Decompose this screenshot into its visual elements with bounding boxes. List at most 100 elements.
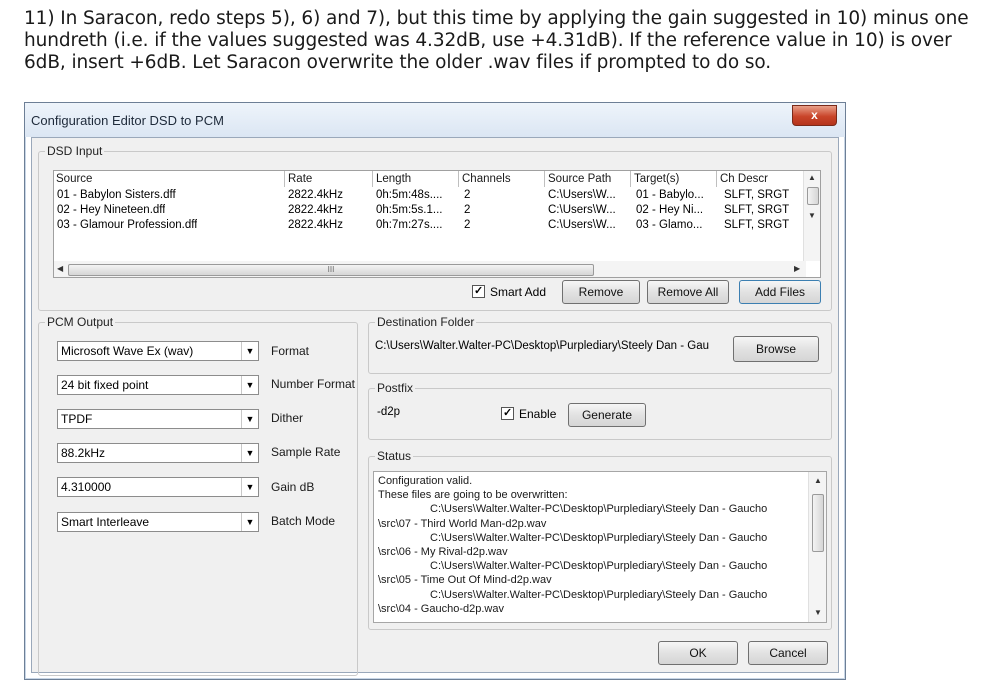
status-line: C:\Users\Walter.Walter-PC\Desktop\Purple… [430, 588, 768, 601]
remove-button[interactable]: Remove [562, 280, 640, 304]
browse-button[interactable]: Browse [733, 336, 819, 362]
cell-targets: 01 - Babylo... [636, 189, 704, 201]
cell-source-path: C:\Users\W... [548, 219, 616, 231]
sample-rate-dropdown[interactable]: 88.2kHz ▼ [57, 443, 259, 463]
format-dropdown[interactable]: Microsoft Wave Ex (wav) ▼ [57, 341, 259, 361]
chevron-down-icon[interactable]: ▼ [241, 478, 258, 496]
cell-ch-descr: SLFT, SRGT [724, 204, 790, 216]
gain-db-input[interactable]: 4.310000 ▼ [57, 477, 259, 497]
cell-source: 03 - Glamour Profession.dff [57, 219, 198, 231]
col-header-channels[interactable]: Channels [458, 171, 511, 187]
smart-add-checkbox[interactable]: ✓ Smart Add [472, 285, 546, 299]
col-header-length[interactable]: Length [372, 171, 411, 187]
format-value: Microsoft Wave Ex (wav) [61, 344, 194, 358]
cell-source: 01 - Babylon Sisters.dff [57, 189, 176, 201]
batch-mode-dropdown[interactable]: Smart Interleave ▼ [57, 512, 259, 532]
horizontal-scroll-thumb[interactable]: III [68, 264, 594, 276]
cell-ch-descr: SLFT, SRGT [724, 219, 790, 231]
pcm-output-label: PCM Output [45, 315, 116, 329]
list-row[interactable]: 03 - Glamour Profession.dff 2822.4kHz 0h… [54, 218, 806, 233]
instruction-text: 11) In Saracon, redo steps 5), 6) and 7)… [24, 8, 969, 73]
dither-dropdown[interactable]: TPDF ▼ [57, 409, 259, 429]
status-line: \src\07 - Third World Man-d2p.wav [378, 517, 547, 530]
cell-channels: 2 [464, 189, 471, 201]
status-line: C:\Users\Walter.Walter-PC\Desktop\Purple… [430, 503, 768, 516]
destination-folder-group: Destination Folder C:\Users\Walter.Walte… [368, 315, 832, 374]
status-lines: Configuration valid. These files are goi… [378, 474, 798, 616]
status-line: C:\Users\Walter.Walter-PC\Desktop\Purple… [430, 560, 768, 573]
sample-rate-value: 88.2kHz [61, 446, 106, 460]
scroll-down-icon[interactable]: ▼ [814, 608, 822, 617]
list-row[interactable]: 02 - Hey Nineteen.dff 2822.4kHz 0h:5m:5s… [54, 203, 806, 218]
cancel-button[interactable]: Cancel [748, 641, 828, 665]
col-header-source-path[interactable]: Source Path [544, 171, 611, 187]
cell-length: 0h:5m:5s.1... [376, 204, 443, 216]
list-vertical-scrollbar[interactable]: ▲ ▼ [803, 171, 820, 261]
dsd-input-group: DSD Input Source Rate Length Channels So… [38, 144, 832, 311]
cell-rate: 2822.4kHz [288, 189, 343, 201]
cell-targets: 03 - Glamo... [636, 219, 703, 231]
window-title: Configuration Editor DSD to PCM [31, 113, 224, 128]
cell-ch-descr: SLFT, SRGT [724, 189, 790, 201]
chevron-down-icon[interactable]: ▼ [241, 410, 258, 428]
status-vertical-scrollbar[interactable]: ▲ ▼ [808, 472, 826, 622]
scroll-up-icon[interactable]: ▲ [808, 173, 816, 182]
ok-button[interactable]: OK [658, 641, 738, 665]
dsd-input-label: DSD Input [45, 144, 105, 158]
cell-length: 0h:7m:27s.... [376, 219, 443, 231]
postfix-input[interactable]: -d2p [372, 401, 487, 423]
cell-rate: 2822.4kHz [288, 204, 343, 216]
vertical-scroll-thumb[interactable] [807, 187, 819, 205]
destination-folder-label: Destination Folder [375, 315, 477, 329]
list-header: Source Rate Length Channels Source Path … [54, 171, 806, 187]
list-row[interactable]: 01 - Babylon Sisters.dff 2822.4kHz 0h:5m… [54, 188, 806, 203]
list-horizontal-scrollbar[interactable]: ◀ III ▶ [54, 261, 806, 277]
close-button[interactable]: x [792, 105, 837, 126]
status-line: \src\05 - Time Out Of Mind-d2p.wav [378, 574, 552, 587]
format-label: Format [271, 344, 310, 358]
enable-checkbox[interactable]: ✓ Enable [501, 407, 556, 421]
checkmark-icon: ✓ [503, 407, 513, 419]
chevron-down-icon[interactable]: ▼ [241, 444, 258, 462]
status-text-area[interactable]: Configuration valid. These files are goi… [373, 471, 827, 623]
scroll-grip: III [327, 265, 335, 274]
checkbox-box[interactable]: ✓ [501, 407, 514, 420]
col-header-ch-descr[interactable]: Ch Descr [716, 171, 768, 187]
number-format-value: 24 bit fixed point [61, 378, 149, 392]
status-line: These files are going to be overwritten: [378, 489, 568, 502]
status-line: Configuration valid. [378, 475, 473, 487]
postfix-group: Postfix -d2p ✓ Enable Generate [368, 381, 832, 440]
enable-label: Enable [519, 407, 557, 421]
scroll-right-icon[interactable]: ▶ [794, 264, 800, 273]
status-label: Status [375, 449, 414, 463]
add-files-button[interactable]: Add Files [739, 280, 821, 304]
pcm-output-group: PCM Output Microsoft Wave Ex (wav) ▼ For… [38, 315, 358, 676]
dialog-client-area: DSD Input Source Rate Length Channels So… [31, 137, 839, 676]
col-header-rate[interactable]: Rate [284, 171, 312, 187]
status-line: \src\04 - Gaucho-d2p.wav [378, 602, 504, 615]
batch-mode-value: Smart Interleave [61, 515, 150, 529]
col-header-source[interactable]: Source [54, 171, 92, 187]
dither-label: Dither [271, 411, 304, 425]
status-line: \src\06 - My Rival-d2p.wav [378, 546, 508, 559]
config-editor-window: Configuration Editor DSD to PCM x DSD In… [24, 102, 846, 680]
cell-rate: 2822.4kHz [288, 219, 343, 231]
chevron-down-icon[interactable]: ▼ [241, 376, 258, 394]
col-header-targets[interactable]: Target(s) [630, 171, 679, 187]
number-format-dropdown[interactable]: 24 bit fixed point ▼ [57, 375, 259, 395]
scroll-left-icon[interactable]: ◀ [57, 264, 63, 273]
cell-channels: 2 [464, 204, 471, 216]
source-file-list[interactable]: Source Rate Length Channels Source Path … [53, 170, 821, 278]
status-scroll-thumb[interactable] [812, 494, 824, 552]
gain-db-label: Gain dB [271, 480, 315, 494]
scroll-down-icon[interactable]: ▼ [808, 211, 816, 220]
scroll-up-icon[interactable]: ▲ [814, 476, 822, 485]
title-bar[interactable]: Configuration Editor DSD to PCM x [25, 103, 845, 137]
chevron-down-icon[interactable]: ▼ [241, 342, 258, 360]
generate-button[interactable]: Generate [568, 403, 646, 427]
chevron-down-icon[interactable]: ▼ [241, 513, 258, 531]
remove-all-button[interactable]: Remove All [647, 280, 729, 304]
checkbox-box[interactable]: ✓ [472, 285, 485, 298]
destination-path-field[interactable]: C:\Users\Walter.Walter-PC\Desktop\Purple… [372, 335, 728, 357]
smart-add-label: Smart Add [490, 285, 547, 299]
